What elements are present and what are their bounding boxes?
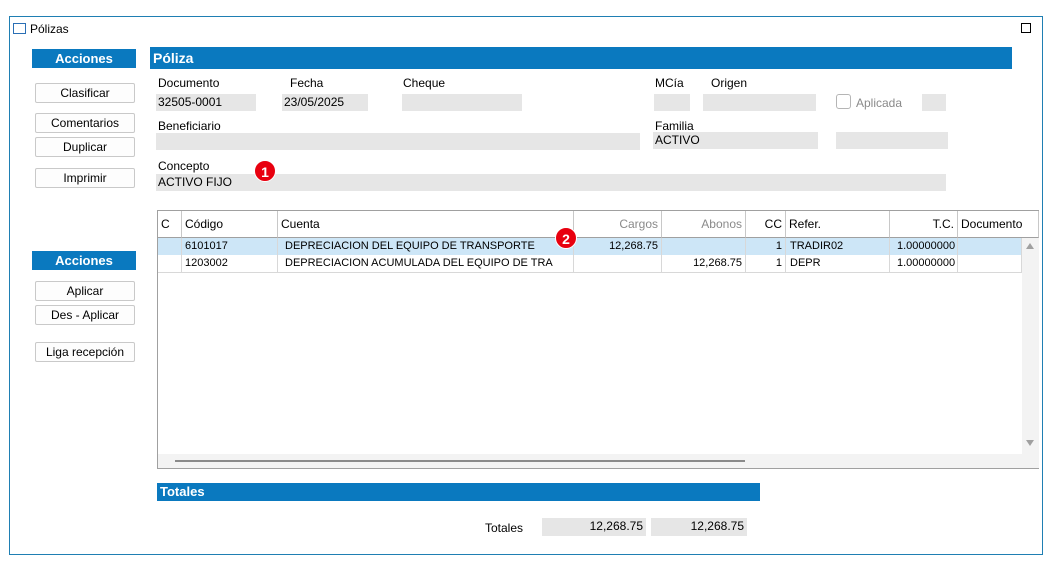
- concepto-field[interactable]: ACTIVO FIJO: [156, 174, 946, 191]
- cheque-field[interactable]: [402, 94, 522, 111]
- origen-label: Origen: [711, 76, 748, 90]
- horizontal-scrollbar[interactable]: [158, 454, 1022, 468]
- col-header-cuenta[interactable]: Cuenta: [278, 211, 574, 238]
- clasificar-button[interactable]: Clasificar: [35, 83, 135, 103]
- col-header-codigo[interactable]: Código: [182, 211, 278, 238]
- col-header-cc[interactable]: CC: [746, 211, 786, 238]
- documento-label: Documento: [158, 76, 220, 90]
- des-aplicar-button[interactable]: Des - Aplicar: [35, 305, 135, 325]
- cell-refer: DEPR: [786, 255, 890, 272]
- window-title: Pólizas: [30, 22, 69, 36]
- familia-label: Familia: [655, 119, 694, 133]
- duplicar-button[interactable]: Duplicar: [35, 137, 135, 157]
- scroll-up-arrow-icon[interactable]: [1026, 243, 1034, 249]
- cell-tc: 1.00000000: [890, 238, 958, 255]
- mcia-field[interactable]: [654, 94, 690, 111]
- vertical-scrollbar[interactable]: [1022, 238, 1039, 468]
- col-header-documento[interactable]: Documento: [958, 211, 1039, 238]
- totales-abonos-field: 12,268.75: [651, 518, 747, 536]
- scroll-down-arrow-icon[interactable]: [1026, 440, 1034, 446]
- cell-codigo: 1203002: [182, 255, 278, 272]
- concepto-label: Concepto: [158, 159, 210, 173]
- cell-abonos: 12,268.75: [662, 255, 746, 272]
- col-header-abonos[interactable]: Abonos: [662, 211, 746, 238]
- cell-documento: [958, 238, 1022, 255]
- cell-refer: TRADIR02: [786, 238, 890, 255]
- imprimir-button[interactable]: Imprimir: [35, 168, 135, 188]
- actions-header: Acciones: [32, 49, 136, 68]
- cell-cuenta: DEPRECIACION DEL EQUIPO DE TRANSPORTE: [278, 238, 574, 255]
- cell-abonos: [662, 238, 746, 255]
- cell-c: [158, 238, 182, 255]
- aplicada-extra-field[interactable]: [922, 94, 946, 111]
- cell-cc: 1: [746, 238, 786, 255]
- cell-tc: 1.00000000: [890, 255, 958, 272]
- cell-documento: [958, 255, 1022, 272]
- cell-c: [158, 255, 182, 272]
- cell-cc: 1: [746, 255, 786, 272]
- col-header-cargos[interactable]: Cargos: [574, 211, 662, 238]
- cell-cuenta: DEPRECIACION ACUMULADA DEL EQUIPO DE TRA: [278, 255, 574, 272]
- annotation-badge-2: 2: [555, 227, 577, 249]
- col-header-refer[interactable]: Refer.: [786, 211, 890, 238]
- cheque-label: Cheque: [403, 76, 446, 90]
- comentarios-button[interactable]: Comentarios: [35, 113, 135, 133]
- col-header-tc[interactable]: T.C.: [890, 211, 958, 238]
- cell-cargos: 12,268.75: [574, 238, 662, 255]
- familia-extra-field[interactable]: [836, 132, 948, 149]
- cell-codigo: 6101017: [182, 238, 278, 255]
- window-icon: [13, 23, 26, 34]
- col-header-c[interactable]: C: [158, 211, 182, 238]
- horizontal-scroll-thumb[interactable]: [175, 460, 745, 462]
- aplicar-button[interactable]: Aplicar: [35, 281, 135, 301]
- aplicada-label: Aplicada: [856, 96, 903, 110]
- entries-grid[interactable]: C Código Cuenta Cargos Abonos CC Refer. …: [157, 210, 1039, 469]
- maximize-icon[interactable]: [1021, 23, 1031, 33]
- familia-field[interactable]: ACTIVO: [653, 132, 818, 149]
- row-divider: [158, 272, 1022, 273]
- cell-cargos: [574, 255, 662, 272]
- annotation-badge-1: 1: [254, 160, 276, 182]
- documento-field[interactable]: 32505-0001: [156, 94, 256, 111]
- aplicada-checkbox[interactable]: [836, 94, 851, 109]
- liga-recepcion-button[interactable]: Liga recepción: [35, 342, 135, 362]
- totales-cargos-field: 12,268.75: [542, 518, 646, 536]
- poliza-header: Póliza: [150, 47, 1012, 69]
- beneficiario-label: Beneficiario: [158, 119, 221, 133]
- beneficiario-field[interactable]: [156, 133, 640, 150]
- fecha-label: Fecha: [290, 76, 324, 90]
- mcia-label: MCía: [655, 76, 684, 90]
- actions-header-2: Acciones: [32, 251, 136, 270]
- fecha-field[interactable]: 23/05/2025: [282, 94, 368, 111]
- totales-header: Totales: [157, 483, 760, 501]
- origen-field[interactable]: [703, 94, 816, 111]
- totales-label: Totales: [485, 521, 524, 535]
